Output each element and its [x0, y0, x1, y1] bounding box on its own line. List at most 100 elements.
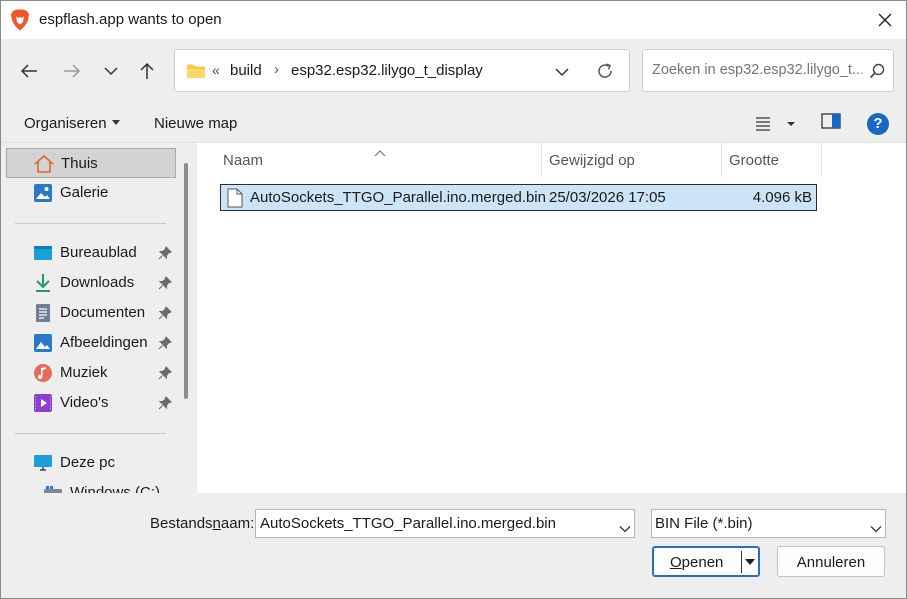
- filename-combobox[interactable]: AutoSockets_TTGO_Parallel.ino.merged.bin: [255, 509, 635, 538]
- open-label-accesskey: O: [670, 554, 682, 571]
- column-header-name[interactable]: Naam: [223, 143, 538, 177]
- drive-icon: [43, 483, 63, 493]
- sidebar-item-pictures[interactable]: Afbeeldingen: [6, 328, 176, 358]
- search-box[interactable]: [642, 49, 894, 92]
- table-row[interactable]: AutoSockets_TTGO_Parallel.ino.merged.bin…: [220, 184, 817, 211]
- breadcrumb-current-folder[interactable]: esp32.esp32.lilygo_t_display: [291, 62, 483, 79]
- title-bar: espflash.app wants to open: [1, 1, 906, 39]
- pin-icon: [158, 306, 172, 324]
- sidebar-item-label: Video's: [60, 394, 109, 411]
- filename-label-suffix: aam:: [220, 515, 255, 532]
- split-divider: [741, 551, 742, 573]
- music-icon: [33, 363, 53, 383]
- desktop-icon: [33, 243, 53, 263]
- sidebar-item-label: Muziek: [60, 364, 108, 381]
- file-type-select[interactable]: BIN File (*.bin): [651, 509, 886, 538]
- window-title: espflash.app wants to open: [39, 11, 222, 28]
- sidebar-item-downloads[interactable]: Downloads: [6, 268, 176, 298]
- navigation-pane: Thuis Galerie Bureaublad Downloads Docum…: [1, 143, 197, 493]
- close-button[interactable]: [867, 5, 903, 35]
- filename-input[interactable]: AutoSockets_TTGO_Parallel.ino.merged.bin: [260, 515, 556, 532]
- file-list: Naam Gewijzigd op Grootte AutoSockets_TT…: [197, 143, 906, 493]
- column-divider[interactable]: [541, 143, 542, 177]
- arrow-up-icon: [140, 62, 154, 79]
- chevron-down-icon: [555, 68, 569, 77]
- document-icon: [33, 303, 53, 323]
- search-icon[interactable]: [869, 63, 885, 83]
- column-header-modified[interactable]: Gewijzigd op: [549, 143, 719, 177]
- address-bar[interactable]: « build › esp32.esp32.lilygo_t_display: [174, 49, 630, 92]
- file-modified: 25/03/2026 17:05: [549, 189, 666, 206]
- column-divider[interactable]: [821, 143, 822, 177]
- change-view-button[interactable]: [753, 112, 801, 136]
- sidebar-item-documents[interactable]: Documenten: [6, 298, 176, 328]
- chevron-down-icon: [104, 67, 118, 76]
- new-folder-button[interactable]: Nieuwe map: [154, 115, 237, 132]
- pin-icon: [158, 396, 172, 414]
- command-bar: Organiseren Nieuwe map ?: [1, 103, 906, 143]
- sidebar-item-label: Downloads: [60, 274, 135, 291]
- filename-label: Bestandsnaam:: [150, 515, 254, 532]
- column-header-label: Gewijzigd op: [549, 152, 635, 169]
- organize-button[interactable]: Organiseren: [24, 115, 120, 132]
- open-button[interactable]: Openen: [652, 546, 760, 577]
- address-dropdown-button[interactable]: [555, 64, 569, 81]
- breadcrumb-separator[interactable]: ›: [274, 61, 279, 78]
- sidebar-item-home[interactable]: Thuis: [6, 148, 176, 178]
- column-header-label: Grootte: [729, 152, 780, 169]
- close-icon: [878, 13, 892, 27]
- new-folder-label: Nieuwe map: [154, 115, 238, 132]
- sidebar-item-music[interactable]: Muziek: [6, 358, 176, 388]
- chevron-down-icon[interactable]: [619, 520, 631, 537]
- sidebar-item-this-pc[interactable]: Deze pc: [6, 448, 176, 478]
- search-input[interactable]: [652, 62, 862, 78]
- video-icon: [33, 393, 53, 413]
- sidebar-divider: [15, 433, 166, 434]
- dialog-footer: Bestandsnaam: AutoSockets_TTGO_Parallel.…: [1, 493, 906, 598]
- download-icon: [33, 273, 53, 293]
- column-header-label: Naam: [223, 152, 264, 169]
- column-divider[interactable]: [721, 143, 722, 177]
- breadcrumb-build[interactable]: build: [230, 62, 262, 79]
- open-label-rest: penen: [681, 554, 724, 571]
- preview-pane-button[interactable]: [821, 112, 843, 136]
- sidebar-item-gallery[interactable]: Galerie: [6, 178, 176, 208]
- list-view-icon: [756, 117, 795, 131]
- sidebar-item-label: Bureaublad: [60, 244, 137, 261]
- cancel-button-label: Annuleren: [796, 554, 866, 571]
- brave-lion-icon: [10, 9, 30, 31]
- refresh-icon: [598, 63, 612, 78]
- caret-down-icon: [111, 119, 120, 125]
- file-type-value: BIN File (*.bin): [655, 515, 753, 532]
- open-options-dropdown-icon[interactable]: [745, 559, 755, 565]
- cancel-button[interactable]: Annuleren: [777, 546, 885, 577]
- pin-icon: [158, 336, 172, 354]
- gallery-icon: [33, 183, 53, 203]
- refresh-button[interactable]: [595, 61, 615, 85]
- sidebar-item-label: Windows (C:): [70, 484, 161, 493]
- pictures-icon: [33, 333, 53, 353]
- file-open-dialog: espflash.app wants to open « build › esp…: [0, 0, 907, 599]
- chevron-down-icon: [870, 520, 882, 537]
- sidebar-item-label: Galerie: [60, 184, 109, 201]
- arrow-left-icon: [20, 64, 37, 78]
- organize-label: Organiseren: [24, 115, 107, 132]
- pin-icon: [158, 366, 172, 384]
- breadcrumb-overflow[interactable]: «: [212, 62, 220, 78]
- sidebar-item-label: Thuis: [61, 155, 98, 172]
- home-icon: [33, 154, 54, 174]
- navigation-scrollbar[interactable]: [184, 163, 188, 399]
- forward-button[interactable]: [58, 57, 86, 85]
- sidebar-item-drive-c[interactable]: Windows (C:): [16, 478, 186, 493]
- folder-icon: [186, 63, 206, 83]
- back-button[interactable]: [15, 57, 43, 85]
- arrow-right-icon: [64, 64, 81, 78]
- column-header-size[interactable]: Grootte: [729, 143, 819, 177]
- recent-locations-button[interactable]: [97, 57, 125, 85]
- sidebar-item-desktop[interactable]: Bureaublad: [6, 238, 176, 268]
- up-button[interactable]: [133, 57, 161, 85]
- file-name: AutoSockets_TTGO_Parallel.ino.merged.bin: [250, 189, 546, 206]
- sidebar-item-videos[interactable]: Video's: [6, 388, 176, 418]
- help-button[interactable]: ?: [867, 113, 889, 135]
- pin-icon: [158, 276, 172, 294]
